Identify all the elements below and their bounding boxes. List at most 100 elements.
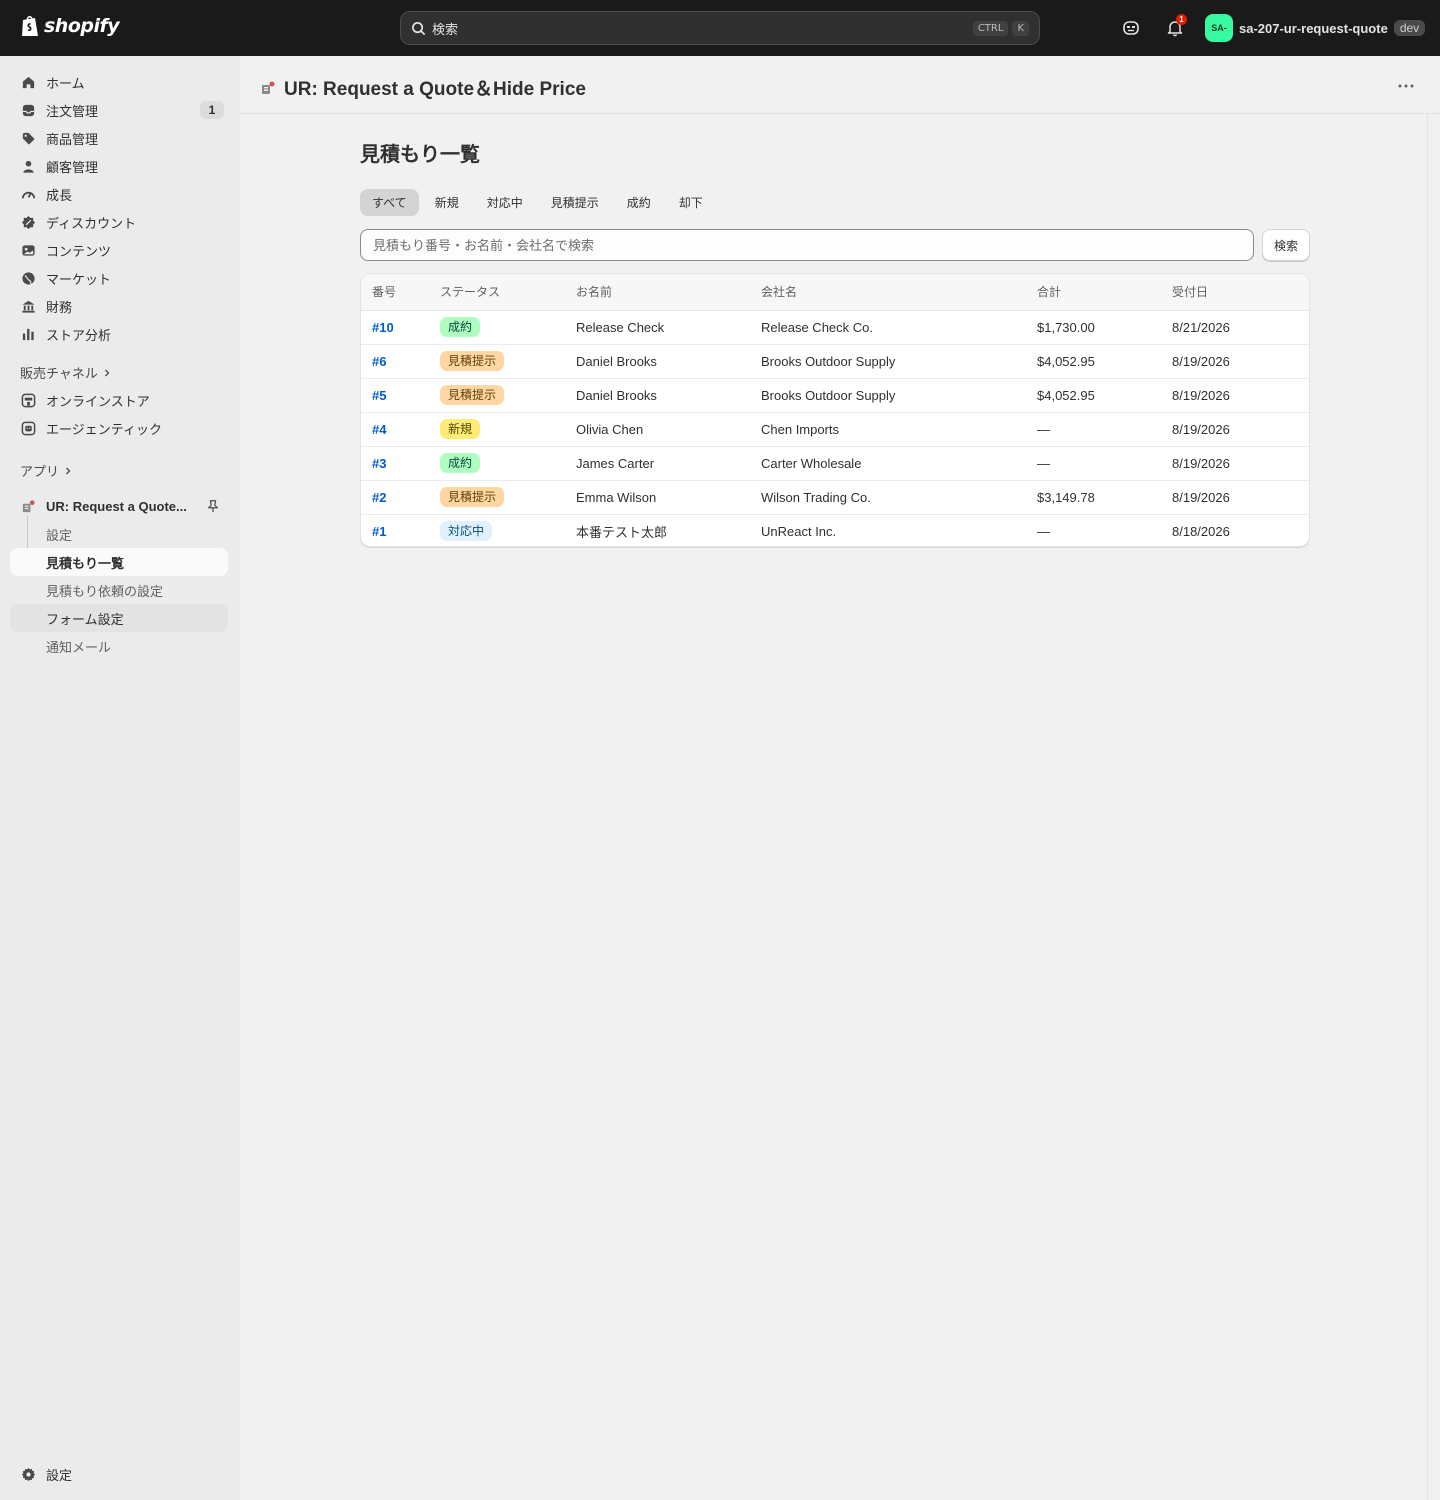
sidebar-item-growth[interactable]: 成長 bbox=[10, 180, 228, 208]
sidebar-subitem-quote-list[interactable]: 見積もり一覧 bbox=[10, 548, 228, 576]
quote-total: $1,730.00 bbox=[1026, 310, 1161, 345]
sidebar-subitem-notification-email[interactable]: 通知メール bbox=[10, 632, 228, 660]
quote-number-link[interactable]: #5 bbox=[372, 388, 386, 403]
customer-name: Daniel Brooks bbox=[565, 378, 750, 413]
sidebar-item-label: ホーム bbox=[46, 75, 85, 91]
sidebar-item-app[interactable]: UR: Request a Quote... bbox=[10, 492, 228, 520]
sidebar-item-settings[interactable]: 設定 bbox=[10, 1460, 228, 1488]
quote-total: $4,052.95 bbox=[1026, 378, 1161, 413]
quote-search-input[interactable] bbox=[360, 229, 1254, 261]
account-menu[interactable]: SA- sa-207-ur-request-quote dev bbox=[1205, 14, 1426, 42]
received-date: 8/19/2026 bbox=[1161, 480, 1309, 515]
more-actions-button[interactable] bbox=[1394, 74, 1418, 98]
table-header-row: 番号 ステータス お名前 会社名 合計 受付日 bbox=[361, 274, 1309, 311]
pin-icon[interactable] bbox=[206, 499, 220, 513]
table-row[interactable]: #2 見積提示 Emma Wilson Wilson Trading Co. $… bbox=[361, 480, 1309, 515]
sidebar-item-home[interactable]: ホーム bbox=[10, 68, 228, 96]
store-icon bbox=[20, 392, 36, 408]
quotes-table-card: 番号 ステータス お名前 会社名 合計 受付日 #10 成約 Release C… bbox=[360, 273, 1310, 547]
env-badge: dev bbox=[1393, 20, 1426, 36]
inbox-icon bbox=[20, 102, 36, 118]
sidebar-subitem-form-settings[interactable]: フォーム設定 bbox=[10, 604, 228, 632]
shortcut-ctrl: CTRL bbox=[972, 20, 1009, 36]
column-header-date: 受付日 bbox=[1161, 274, 1309, 311]
quote-number-link[interactable]: #10 bbox=[372, 320, 394, 335]
sidebar-item-markets[interactable]: マーケット bbox=[10, 264, 228, 292]
globe-icon bbox=[20, 270, 36, 286]
quote-total: — bbox=[1037, 523, 1050, 539]
search-placeholder: 検索 bbox=[432, 21, 459, 37]
shopify-wordmark: shopify bbox=[44, 15, 120, 37]
table-row[interactable]: #3 成約 James Carter Carter Wholesale — 8/… bbox=[361, 446, 1309, 481]
quote-number-link[interactable]: #1 bbox=[372, 524, 386, 539]
received-date: 8/19/2026 bbox=[1161, 344, 1309, 379]
customer-name: 本番テスト太郎 bbox=[576, 524, 668, 540]
tab-won[interactable]: 成約 bbox=[615, 189, 663, 216]
sidebar-item-agentic[interactable]: エージェンティック bbox=[10, 414, 228, 442]
tab-rejected[interactable]: 却下 bbox=[667, 189, 715, 216]
discount-icon bbox=[20, 214, 36, 230]
sidebar-item-customers[interactable]: 顧客管理 bbox=[10, 152, 228, 180]
notifications-button[interactable]: 1 bbox=[1163, 14, 1187, 40]
sidebar-item-analytics[interactable]: ストア分析 bbox=[10, 320, 228, 348]
home-icon bbox=[20, 74, 36, 90]
store-name: sa-207-ur-request-quote bbox=[1239, 20, 1388, 36]
table-row[interactable]: #1 対応中 本番テスト太郎 UnReact Inc. — 8/18/2026 bbox=[361, 514, 1309, 546]
sidebar-item-online-store[interactable]: オンラインストア bbox=[10, 386, 228, 414]
sidebar-item-label: 設定 bbox=[46, 1467, 73, 1483]
column-header-company: 会社名 bbox=[750, 274, 1026, 311]
sidebar-item-label: オンラインストア bbox=[46, 393, 150, 409]
chevron-right-icon bbox=[66, 467, 71, 474]
app-icon bbox=[20, 498, 36, 514]
quote-total: — bbox=[1026, 446, 1161, 481]
sidebar-item-content[interactable]: コンテンツ bbox=[10, 236, 228, 264]
tab-new[interactable]: 新規 bbox=[423, 189, 471, 216]
received-date: 8/19/2026 bbox=[1161, 412, 1309, 447]
sidebar-item-orders[interactable]: 注文管理 1 bbox=[10, 96, 228, 124]
received-date: 8/19/2026 bbox=[1161, 378, 1309, 413]
table-row[interactable]: #10 成約 Release Check Release Check Co. $… bbox=[361, 310, 1309, 345]
sidebar-item-products[interactable]: 商品管理 bbox=[10, 124, 228, 152]
quote-number-link[interactable]: #2 bbox=[372, 490, 386, 505]
status-badge: 見積提示 bbox=[440, 351, 505, 371]
column-header-status: ステータス bbox=[429, 274, 565, 311]
quote-number-link[interactable]: #4 bbox=[372, 422, 386, 437]
shopify-bag-icon bbox=[22, 16, 38, 36]
quote-number-link[interactable]: #6 bbox=[372, 354, 386, 369]
tab-quoted[interactable]: 見積提示 bbox=[539, 189, 611, 216]
sidebar-subitem-quote-request-settings[interactable]: 見積もり依頼の設定 bbox=[10, 576, 228, 604]
company-name: Carter Wholesale bbox=[750, 446, 1026, 481]
sidekick-icon bbox=[1123, 21, 1139, 35]
sales-channels-heading[interactable]: 販売チャネル bbox=[20, 363, 112, 382]
app-title-text: UR: Request a Quote＆Hide Price bbox=[284, 79, 586, 100]
tab-in-progress[interactable]: 対応中 bbox=[475, 189, 535, 216]
sidebar-item-label: ディスカウント bbox=[46, 215, 137, 231]
company-name: Brooks Outdoor Supply bbox=[750, 344, 1026, 379]
column-header-name: お名前 bbox=[565, 274, 750, 311]
app-icon bbox=[262, 81, 275, 94]
sidebar-subitem-settings[interactable]: 設定 bbox=[10, 520, 228, 548]
tab-all[interactable]: すべて bbox=[360, 189, 419, 216]
chart-icon bbox=[20, 326, 36, 342]
sidebar-item-label: 財務 bbox=[46, 299, 73, 315]
sidebar-item-label: コンテンツ bbox=[46, 243, 112, 259]
sidebar-item-label: マーケット bbox=[46, 271, 112, 287]
search-button[interactable]: 検索 bbox=[1262, 229, 1310, 261]
shopify-logo[interactable]: shopify bbox=[20, 14, 120, 38]
status-badge: 成約 bbox=[440, 453, 481, 473]
sidebar-item-finance[interactable]: 財務 bbox=[10, 292, 228, 320]
quote-number-link[interactable]: #3 bbox=[372, 456, 386, 471]
sidebar-item-discounts[interactable]: ディスカウント bbox=[10, 208, 228, 236]
sidekick-button[interactable] bbox=[1119, 16, 1143, 40]
top-bar: shopify 検索 CTRL K 1 SA- sa-207-ur-reques… bbox=[0, 0, 1440, 56]
customer-name: Olivia Chen bbox=[565, 412, 750, 447]
table-row[interactable]: #4 新規 Olivia Chen Chen Imports — 8/19/20… bbox=[361, 412, 1309, 447]
apps-heading[interactable]: アプリ bbox=[20, 461, 73, 480]
column-header-total: 合計 bbox=[1026, 274, 1161, 311]
person-icon bbox=[20, 158, 36, 174]
table-row[interactable]: #6 見積提示 Daniel Brooks Brooks Outdoor Sup… bbox=[361, 344, 1309, 379]
apps-label: アプリ bbox=[20, 464, 60, 479]
sidebar-item-label: 商品管理 bbox=[46, 131, 99, 147]
global-search[interactable]: 検索 CTRL K bbox=[400, 11, 1040, 45]
table-row[interactable]: #5 見積提示 Daniel Brooks Brooks Outdoor Sup… bbox=[361, 378, 1309, 413]
